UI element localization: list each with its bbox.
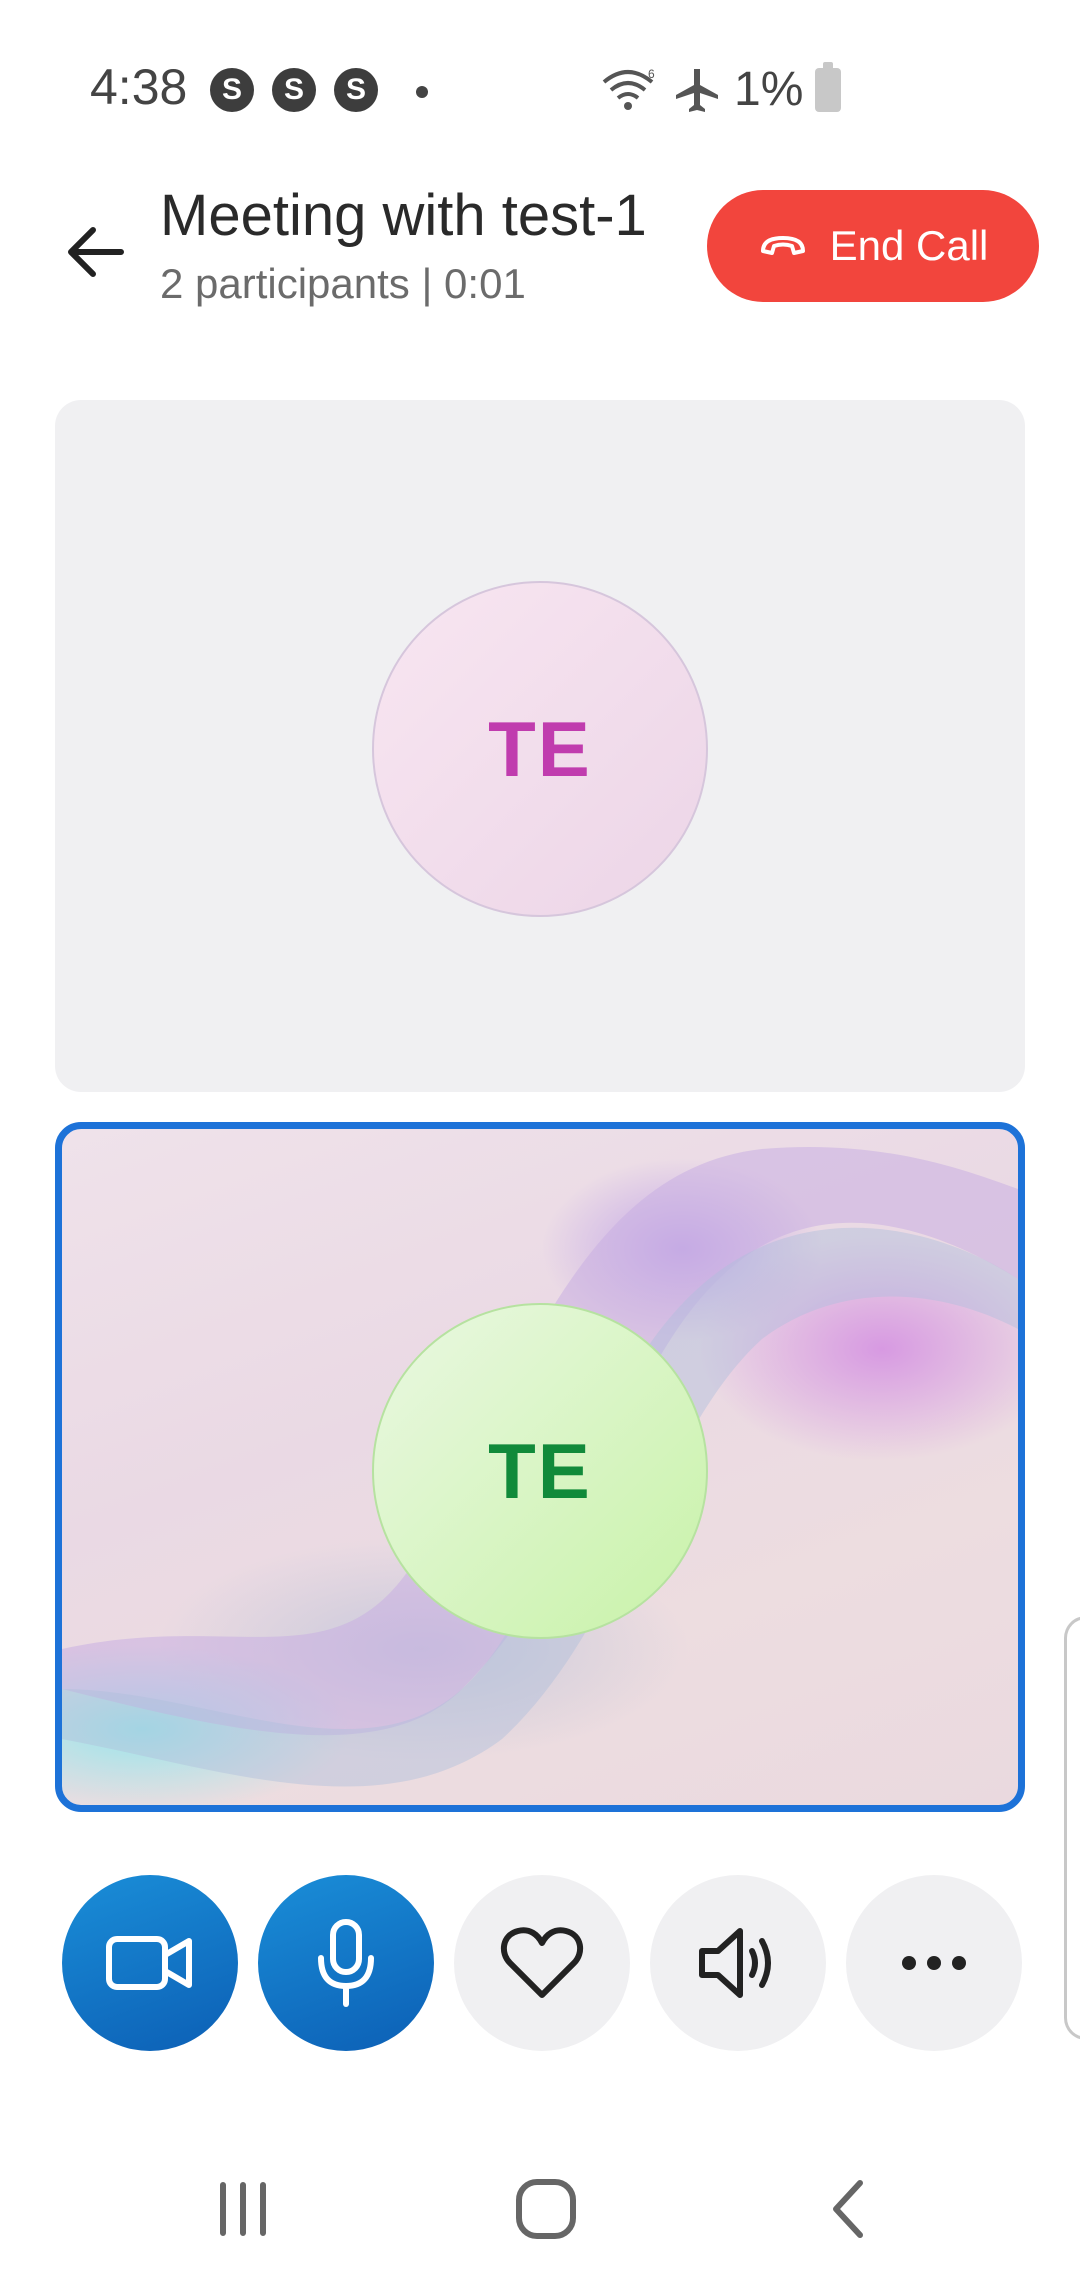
microphone-icon (318, 1919, 374, 2007)
arrow-left-icon (68, 227, 124, 277)
more-notifications-dot (416, 86, 428, 98)
airplane-icon (676, 68, 718, 112)
home-icon (516, 2179, 576, 2239)
status-bar: 4:38 S S S 6 1% (0, 0, 1080, 180)
speaker-icon (699, 1928, 771, 1998)
battery-percent: 1% (734, 63, 804, 116)
status-time: 4:38 (90, 59, 188, 115)
meeting-subtitle: 2 participants | 0:01 (160, 260, 526, 307)
skype-notification-icon: S (272, 68, 316, 112)
skype-notification-icon: S (210, 68, 254, 112)
video-camera-icon (106, 1936, 192, 1990)
hang-up-icon (760, 236, 805, 255)
more-horizontal-icon (902, 1956, 966, 1970)
self-participant-tile[interactable]: TE (55, 1122, 1025, 1812)
system-nav-bar (0, 2140, 1080, 2280)
battery-icon (815, 61, 842, 112)
back-icon (833, 2180, 863, 2238)
participant-avatar: TE (372, 1303, 708, 1639)
participant-tile[interactable]: TE (55, 400, 1025, 1092)
call-header: Meeting with test-1 2 participants | 0:0… (0, 180, 1080, 340)
svg-text:6: 6 (648, 67, 655, 81)
skype-notification-icon: S (334, 68, 378, 112)
call-controls (62, 1875, 1022, 2051)
heart-icon (500, 1927, 584, 1998)
speaker-button[interactable] (650, 1875, 826, 2051)
end-call-button[interactable]: End Call (707, 190, 1039, 302)
system-back-button[interactable] (788, 2164, 908, 2254)
mic-button[interactable] (258, 1875, 434, 2051)
edge-panel-handle[interactable] (1064, 1616, 1080, 2040)
meeting-title: Meeting with test-1 (160, 183, 647, 248)
recent-apps-icon (220, 2182, 266, 2236)
video-button[interactable] (62, 1875, 238, 2051)
wifi-icon: 6 (602, 67, 655, 110)
status-indicators: 6 1% (600, 61, 842, 117)
back-button[interactable] (55, 212, 135, 292)
react-button[interactable] (454, 1875, 630, 2051)
notification-badges: S S S (210, 68, 378, 112)
more-options-button[interactable] (846, 1875, 1022, 2051)
participant-avatar: TE (372, 581, 708, 917)
end-call-label: End Call (829, 222, 989, 269)
home-button[interactable] (486, 2164, 606, 2254)
recent-apps-button[interactable] (183, 2164, 303, 2254)
